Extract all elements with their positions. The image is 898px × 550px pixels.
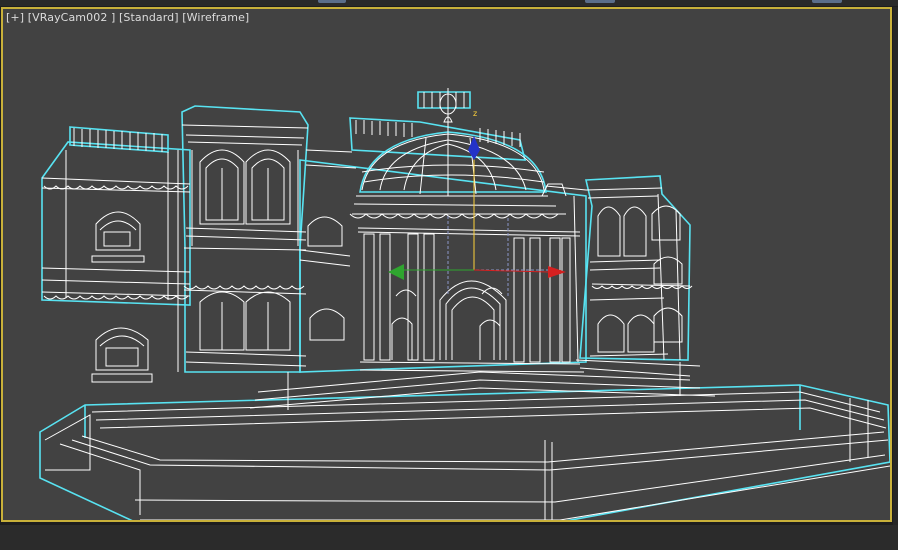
viewport-gutter bbox=[893, 7, 898, 525]
top-toolbar-strip bbox=[0, 0, 898, 6]
pivot-guides bbox=[396, 216, 548, 296]
axis-gizmo-icon[interactable]: z bbox=[388, 109, 566, 280]
toolbar-tab[interactable] bbox=[812, 0, 842, 3]
wireframe-scene[interactable]: z bbox=[3, 9, 890, 520]
toolbar-tab[interactable] bbox=[585, 0, 615, 3]
perspective-viewport[interactable]: [+] [VRayCam002 ] [Standard] [Wireframe] bbox=[1, 7, 892, 522]
timeline-bar[interactable] bbox=[0, 525, 898, 550]
svg-text:z: z bbox=[473, 109, 477, 118]
toolbar-tab[interactable] bbox=[318, 0, 346, 3]
